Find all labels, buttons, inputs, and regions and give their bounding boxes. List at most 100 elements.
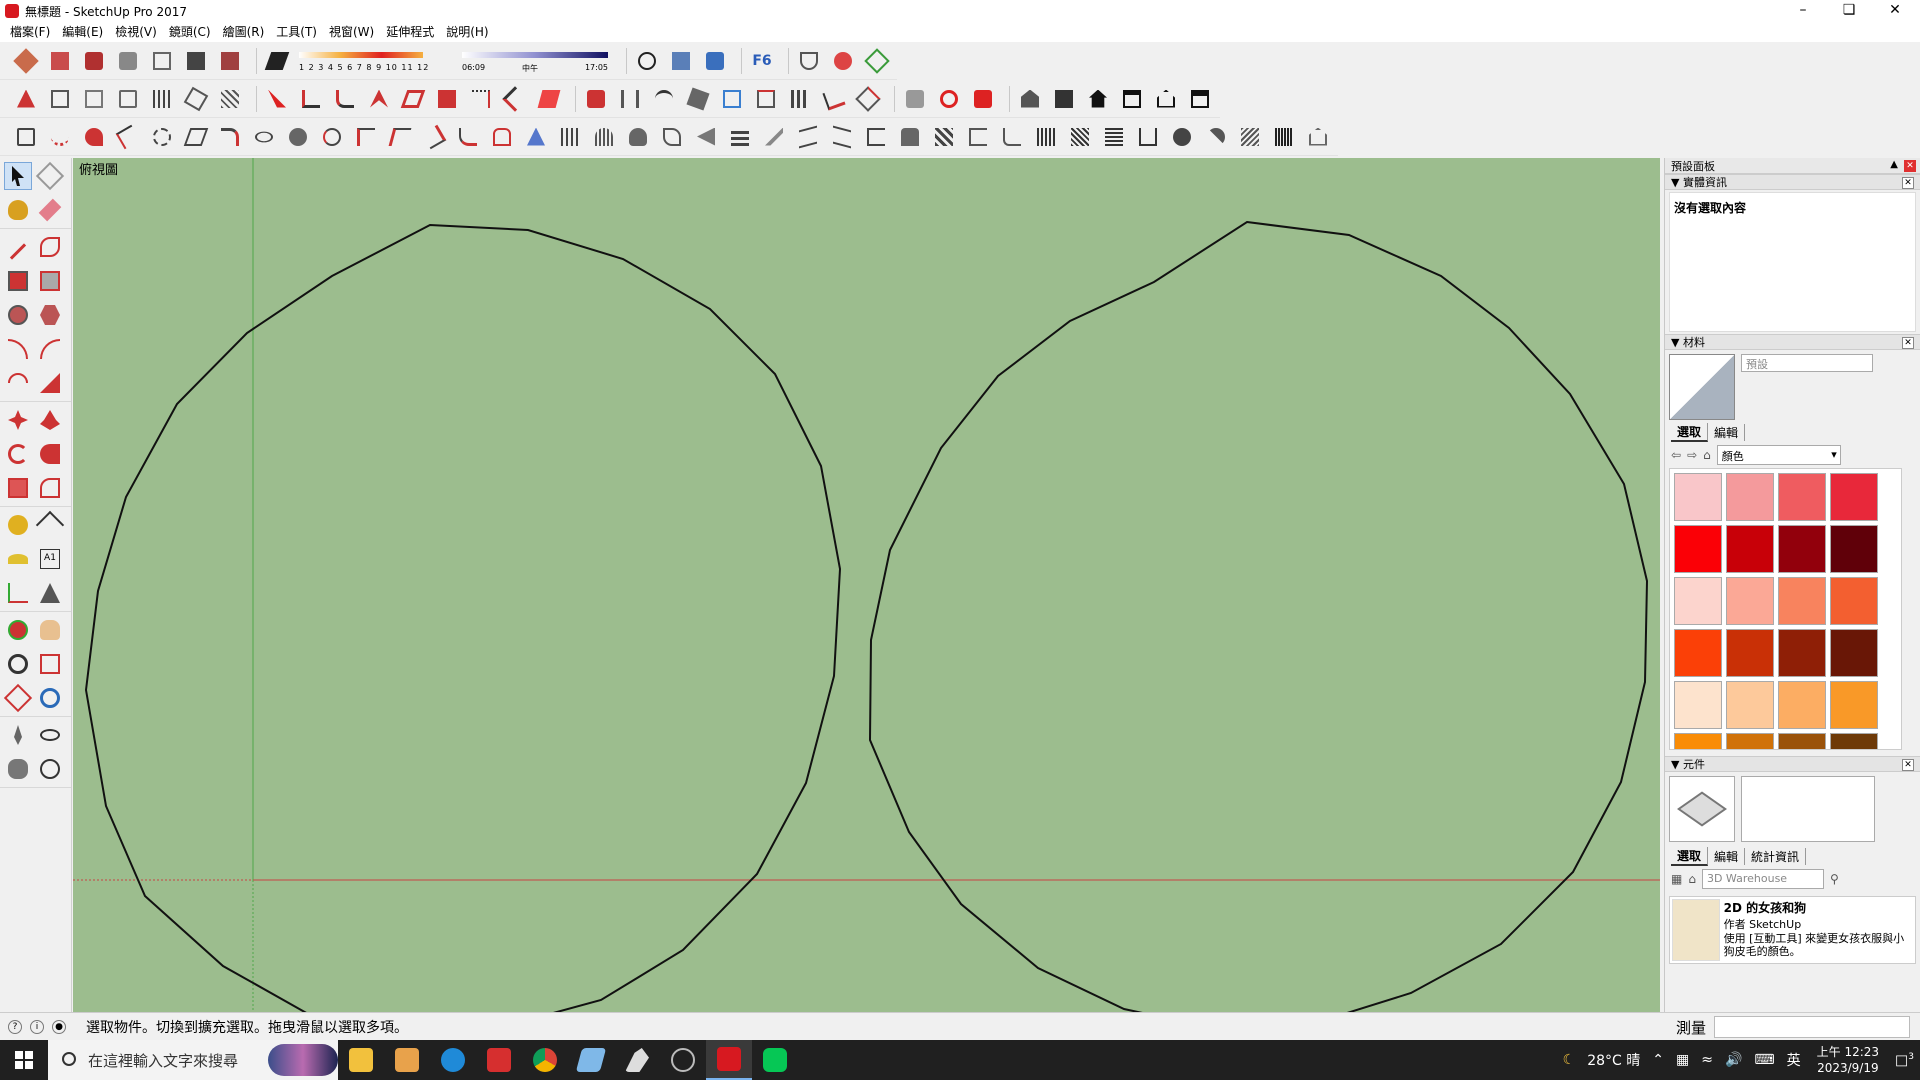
fredo6-icon[interactable]: F6 [748, 47, 776, 75]
scale-tool-icon[interactable] [4, 474, 32, 502]
curve-tool-15-icon[interactable] [488, 123, 516, 151]
curve-tool-21-icon[interactable] [692, 123, 720, 151]
look-around-icon[interactable] [36, 721, 64, 749]
move-tool-icon[interactable] [4, 406, 32, 434]
iso-view-icon[interactable] [12, 47, 40, 75]
menu-view[interactable]: 檢視(V) [109, 22, 163, 42]
plugin-tool-10-icon[interactable] [331, 85, 359, 113]
menu-camera[interactable]: 鏡頭(C) [163, 22, 217, 42]
house-front-icon[interactable] [1084, 85, 1112, 113]
orbit-tool-icon[interactable] [4, 616, 32, 644]
curve-tool-14-icon[interactable] [454, 123, 482, 151]
material-swatch[interactable] [1726, 525, 1774, 573]
file-explorer-icon[interactable] [338, 1040, 384, 1080]
plugin-tool-12-icon[interactable] [399, 85, 427, 113]
tab-select[interactable]: 選取 [1671, 422, 1709, 442]
curve-tool-37-icon[interactable] [1236, 123, 1264, 151]
network-plugin-icon[interactable] [863, 47, 891, 75]
material-swatch[interactable] [1830, 577, 1878, 625]
plugin-tool-13-icon[interactable] [433, 85, 461, 113]
curve-tool-17-icon[interactable] [556, 123, 584, 151]
drawing-viewport[interactable]: 俯視圖 [73, 158, 1660, 1012]
search-icon[interactable]: ⚲ [1830, 872, 1839, 886]
curve-tool-27-icon[interactable] [896, 123, 924, 151]
ime-indicator[interactable]: 英 [1787, 1050, 1801, 1070]
wifi-icon[interactable]: ≈ [1701, 1052, 1713, 1068]
clock[interactable]: 上午 12:23 2023/9/19 [1817, 1044, 1879, 1076]
house-side-icon[interactable] [1050, 85, 1078, 113]
menu-window[interactable]: 視窗(W) [323, 22, 380, 42]
section-plane-icon[interactable] [667, 47, 695, 75]
curve-tool-18-icon[interactable] [590, 123, 618, 151]
acrobat-icon[interactable] [476, 1040, 522, 1080]
rotated-rectangle-icon[interactable] [36, 267, 64, 295]
curve-tool-10-icon[interactable] [318, 123, 346, 151]
back-arrow-icon[interactable]: ⇦ [1671, 448, 1681, 462]
curve-tool-12-icon[interactable] [386, 123, 414, 151]
edge-browser-icon[interactable] [430, 1040, 476, 1080]
curve-tool-2-icon[interactable] [46, 123, 74, 151]
materials-plugin-icon[interactable] [829, 47, 857, 75]
curve-tool-36-icon[interactable] [1202, 123, 1230, 151]
material-swatch[interactable] [1726, 577, 1774, 625]
minimize-icon[interactable]: – [1780, 0, 1826, 22]
line-app-icon[interactable] [752, 1040, 798, 1080]
plugin-tool-11-icon[interactable] [365, 85, 393, 113]
plugin-tool-17-icon[interactable] [582, 85, 610, 113]
components-header[interactable]: ▼ 元件 ✕ [1665, 756, 1920, 772]
menu-edit[interactable]: 編輯(E) [56, 22, 109, 42]
plugin-tool-18-icon[interactable] [616, 85, 644, 113]
plugin-tool-14-icon[interactable] [467, 85, 495, 113]
plugin-tool-27-icon[interactable] [935, 85, 963, 113]
view-options-icon[interactable]: ▦ [1671, 872, 1682, 886]
material-swatch[interactable] [1726, 629, 1774, 677]
tab-edit[interactable]: 編輯 [1708, 847, 1746, 865]
left-circle[interactable] [84, 223, 842, 1012]
curve-tool-9-icon[interactable] [284, 123, 312, 151]
curve-tool-22-icon[interactable] [726, 123, 754, 151]
forward-arrow-icon[interactable]: ⇨ [1687, 448, 1697, 462]
plugin-tool-23-icon[interactable] [786, 85, 814, 113]
curve-tool-7-icon[interactable] [216, 123, 244, 151]
curve-tool-30-icon[interactable] [998, 123, 1026, 151]
material-swatch[interactable] [1726, 681, 1774, 729]
credits-icon[interactable]: i [30, 1019, 44, 1034]
axes-tool-icon[interactable] [4, 579, 32, 607]
chevron-up-icon[interactable]: ⌃ [1652, 1052, 1664, 1068]
freehand-tool-icon[interactable] [36, 233, 64, 261]
curve-tool-5-icon[interactable] [148, 123, 176, 151]
material-name-field[interactable]: 預設 [1741, 354, 1873, 372]
follow-me-icon[interactable] [36, 440, 64, 468]
menu-draw[interactable]: 繪圖(R) [217, 22, 271, 42]
line-tool-icon[interactable] [4, 233, 32, 261]
3d-text-icon[interactable] [36, 579, 64, 607]
curve-tool-32-icon[interactable] [1066, 123, 1094, 151]
home-icon[interactable]: ⌂ [1688, 872, 1696, 886]
curve-tool-3-icon[interactable] [80, 123, 108, 151]
network-icon[interactable]: ▦ [1676, 1052, 1689, 1068]
component-list-item[interactable]: 2D 的女孩和狗 作者 SketchUp 使用 [互動工具] 來變更女孩衣服與小… [1669, 896, 1916, 964]
warehouse-search-input[interactable]: 3D Warehouse [1701, 869, 1824, 889]
material-swatch[interactable] [1830, 525, 1878, 573]
material-swatch[interactable] [1674, 733, 1722, 749]
top-view-icon[interactable] [46, 47, 74, 75]
shadow-toggle-icon[interactable] [263, 47, 291, 75]
media-app-icon[interactable] [384, 1040, 430, 1080]
curve-tool-33-icon[interactable] [1100, 123, 1128, 151]
house-iso-icon[interactable] [1016, 85, 1044, 113]
plugin-tool-8-icon[interactable] [263, 85, 291, 113]
curve-tool-4-icon[interactable] [114, 123, 142, 151]
plugin-tool-24-icon[interactable] [820, 85, 848, 113]
walk-tool-icon[interactable] [4, 755, 32, 783]
pie-tool-icon[interactable] [36, 369, 64, 397]
material-swatch[interactable] [1674, 577, 1722, 625]
rhino-icon[interactable] [614, 1040, 660, 1080]
material-swatch[interactable] [1778, 577, 1826, 625]
plugin-tool-2-icon[interactable] [46, 85, 74, 113]
wireframe-icon[interactable] [148, 47, 176, 75]
plugin-tool-7-icon[interactable] [216, 85, 244, 113]
curve-tool-29-icon[interactable] [964, 123, 992, 151]
tab-select[interactable]: 選取 [1671, 846, 1709, 866]
plugin-tool-26-icon[interactable] [901, 85, 929, 113]
plugin-tool-15-icon[interactable] [501, 85, 529, 113]
